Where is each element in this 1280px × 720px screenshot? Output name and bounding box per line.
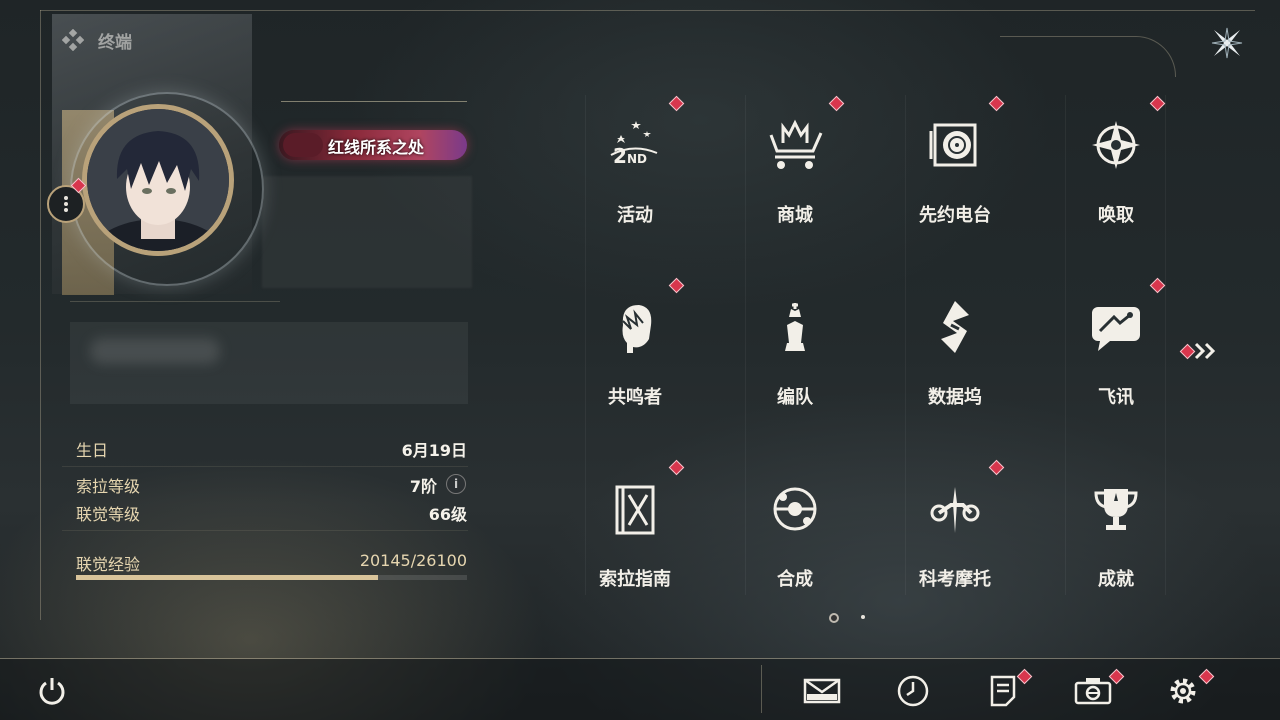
menu-item-guidebook[interactable]: 索拉指南 [555,457,715,639]
frame-corner-curve [1000,36,1176,77]
bottom-bar-separator [761,665,762,713]
menu-item-label: 飞讯 [1098,387,1134,408]
stat-value-birthday: 6月19日 [401,441,467,460]
menu-item-label: 索拉指南 [599,569,671,590]
convene-star-icon [1084,113,1148,177]
menu-item-label: 商城 [777,205,813,226]
menu-item-radio-record[interactable]: 先约电台 [875,93,1035,275]
stat-label-union-level: 联觉等级 [76,505,141,524]
menu-item-events-2nd-anniversary[interactable]: 2 ND 活动 [555,93,715,275]
frame-left-line [40,10,41,620]
info-icon[interactable]: i [446,474,466,494]
menu-item-label: 成就 [1098,569,1134,590]
double-chevron-right-icon [1194,342,1216,360]
notification-badge [828,95,845,112]
clock-icon [897,675,929,707]
resonator-head-icon [603,295,667,359]
menu-item-label: 活动 [617,205,653,226]
exp-label: 联觉经验 [76,555,141,574]
synthesis-icon [763,477,827,541]
stat-value-sol-rank: 7阶 [409,477,437,496]
stat-divider [62,466,468,467]
notification-badge [668,277,685,294]
notice-button[interactable] [981,668,1033,711]
menu-item-convene-star[interactable]: 唤取 [1036,93,1196,275]
stat-label-birthday: 生日 [76,441,109,460]
motorbike-icon [923,477,987,541]
settings-button[interactable] [1161,668,1215,711]
mail-icon [803,678,841,704]
page-indicator-1[interactable] [829,613,839,623]
stat-divider [62,530,468,531]
exp-value: 20145/26100 [359,551,467,570]
clock-button[interactable] [891,671,935,711]
menu-item-resonator-head[interactable]: 共鸣者 [555,275,715,457]
notice-icon [990,675,1016,707]
notification-badge [668,459,685,476]
guidebook-icon [603,477,667,541]
notification-badge [988,95,1005,112]
mail-button[interactable] [800,671,844,711]
avatar-portrait-icon [87,109,229,251]
bottom-bar-line [0,658,1280,659]
menu-item-synthesis[interactable]: 合成 [715,457,875,639]
blurred-name-area [262,176,472,288]
camera-icon [1074,678,1112,705]
notification-badge [1149,277,1166,294]
notification-badge [668,95,685,112]
profile-divider [70,301,280,302]
menu-item-label: 数据坞 [928,387,982,408]
chat-message-icon [1084,295,1148,359]
close-button[interactable] [1206,22,1248,64]
exp-progress-fill [76,575,378,580]
close-icon [1211,27,1243,59]
page-indicator-2[interactable] [861,615,865,619]
more-vertical-icon [64,196,68,212]
menu-item-chat-message[interactable]: 飞讯 [1036,275,1196,457]
menu-item-label: 唤取 [1098,205,1134,226]
svg-text:2: 2 [613,144,627,168]
avatar[interactable] [82,104,234,256]
title-badge-label: 红线所系之处 [328,138,425,157]
blurred-signature-text [90,338,220,364]
achievement-trophy-icon [1084,477,1148,541]
camera-button[interactable] [1071,668,1125,711]
stat-value-union-level: 66级 [428,505,467,524]
frame-top-line [40,10,1255,11]
menu-item-shop-cart[interactable]: 商城 [715,93,875,275]
menu-item-data-bank[interactable]: 数据坞 [875,275,1035,457]
notification-badge [1149,95,1166,112]
gear-icon [1170,678,1196,704]
next-page-button[interactable] [1179,340,1220,362]
next-page-badge [1179,343,1196,360]
menu-item-motorbike[interactable]: 科考摩托 [875,457,1035,639]
menu-item-label: 合成 [777,569,813,590]
menu-item-label: 科考摩托 [919,569,991,590]
shop-cart-icon [763,113,827,177]
svg-text:ND: ND [627,152,647,166]
name-divider [281,101,467,102]
team-chess-icon [763,295,827,359]
menu-item-label: 编队 [777,387,813,408]
events-2nd-anniversary-icon: 2 ND [603,113,667,177]
title-badge-portrait-icon [283,133,323,157]
notification-badge [988,459,1005,476]
power-button[interactable] [30,671,74,711]
menu-item-achievement-trophy[interactable]: 成就 [1036,457,1196,639]
menu-item-label: 先约电台 [919,205,991,226]
stat-label-sol-rank: 索拉等级 [76,477,141,496]
data-bank-icon [923,295,987,359]
menu-item-label: 共鸣者 [608,387,662,408]
power-icon [39,678,65,705]
menu-item-team-chess[interactable]: 编队 [715,275,875,457]
radio-record-icon [923,113,987,177]
